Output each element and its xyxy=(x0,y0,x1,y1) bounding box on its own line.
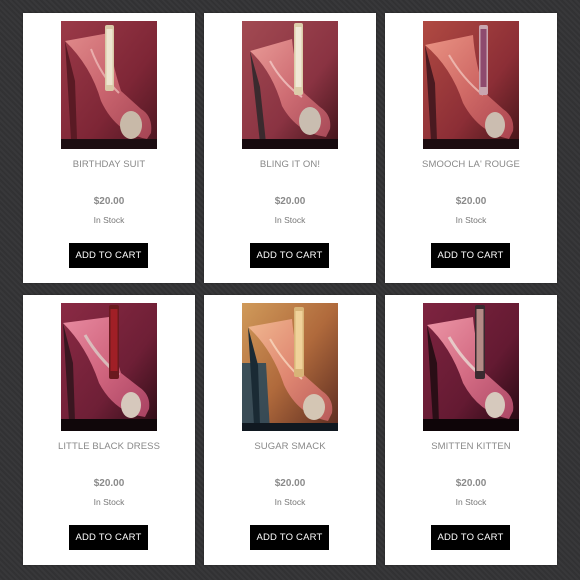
product-price: $20.00 xyxy=(93,196,125,207)
product-price: $20.00 xyxy=(455,196,487,207)
product-name[interactable]: SMITTEN KITTEN xyxy=(385,441,557,452)
product-name[interactable]: LITTLE BLACK DRESS xyxy=(23,441,195,452)
shoe-photo-icon xyxy=(423,21,519,149)
product-name[interactable]: BIRTHDAY SUIT xyxy=(23,159,195,170)
add-to-cart-button[interactable]: ADD TO CART xyxy=(69,525,148,550)
shoe-photo-icon xyxy=(242,21,338,149)
shoe-photo-icon xyxy=(61,21,157,149)
add-to-cart-button[interactable]: ADD TO CART xyxy=(69,243,148,268)
product-card: SMOOCH LA' ROUGE $20.00 In Stock ADD TO … xyxy=(385,13,557,283)
product-card: SMITTEN KITTEN $20.00 In Stock ADD TO CA… xyxy=(385,295,557,565)
stock-status: In Stock xyxy=(274,215,306,225)
shoe-photo-icon xyxy=(423,303,519,431)
product-image[interactable] xyxy=(423,303,519,431)
stock-status: In Stock xyxy=(93,215,125,225)
add-to-cart-button[interactable]: ADD TO CART xyxy=(250,243,329,268)
add-to-cart-button[interactable]: ADD TO CART xyxy=(431,525,510,550)
product-card: BIRTHDAY SUIT $20.00 In Stock ADD TO CAR… xyxy=(23,13,195,283)
product-name[interactable]: BLING IT ON! xyxy=(204,159,376,170)
stock-status: In Stock xyxy=(455,497,487,507)
shoe-photo-icon xyxy=(242,303,338,431)
product-price: $20.00 xyxy=(274,196,306,207)
stock-status: In Stock xyxy=(274,497,306,507)
product-image[interactable] xyxy=(242,21,338,149)
product-card: SUGAR SMACK $20.00 In Stock ADD TO CART xyxy=(204,295,376,565)
product-image[interactable] xyxy=(61,21,157,149)
product-image[interactable] xyxy=(61,303,157,431)
product-card: LITTLE BLACK DRESS $20.00 In Stock ADD T… xyxy=(23,295,195,565)
product-price: $20.00 xyxy=(274,478,306,489)
product-card: BLING IT ON! $20.00 In Stock ADD TO CART xyxy=(204,13,376,283)
stock-status: In Stock xyxy=(455,215,487,225)
stock-status: In Stock xyxy=(93,497,125,507)
product-name[interactable]: SMOOCH LA' ROUGE xyxy=(385,159,557,170)
shoe-photo-icon xyxy=(61,303,157,431)
product-name[interactable]: SUGAR SMACK xyxy=(204,441,376,452)
add-to-cart-button[interactable]: ADD TO CART xyxy=(431,243,510,268)
product-image[interactable] xyxy=(242,303,338,431)
add-to-cart-button[interactable]: ADD TO CART xyxy=(250,525,329,550)
product-price: $20.00 xyxy=(455,478,487,489)
product-image[interactable] xyxy=(423,21,519,149)
product-grid: BIRTHDAY SUIT $20.00 In Stock ADD TO CAR… xyxy=(0,0,580,580)
product-price: $20.00 xyxy=(93,478,125,489)
